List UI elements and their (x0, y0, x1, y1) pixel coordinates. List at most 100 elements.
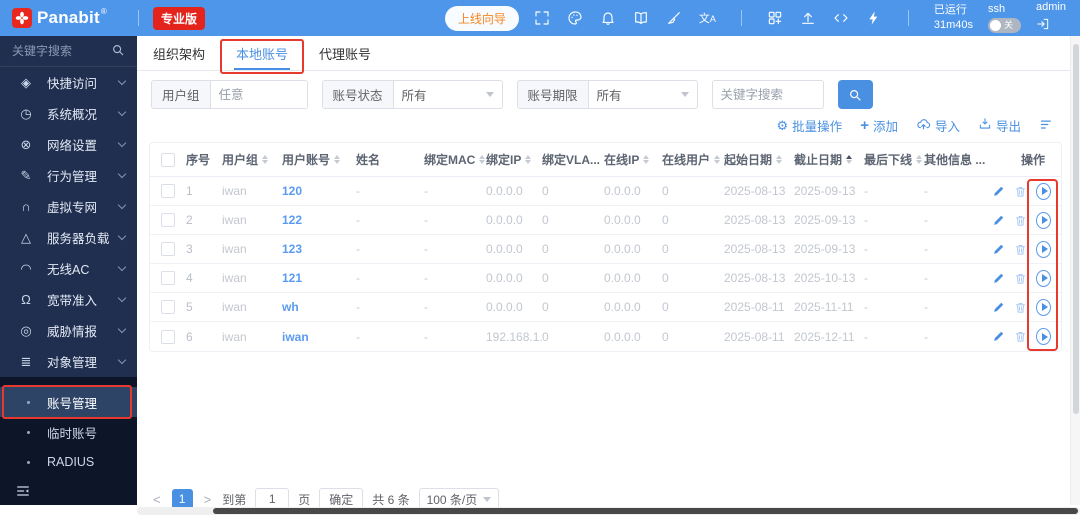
sort-icon[interactable] (479, 155, 486, 164)
delete-button[interactable] (1014, 243, 1027, 256)
row-checkbox[interactable] (161, 213, 175, 227)
sidebar-item-network-settings[interactable]: ⊗ 网络设置 (0, 129, 137, 160)
col-header-group[interactable]: 用户组 (222, 151, 282, 168)
delete-button[interactable] (1014, 301, 1027, 314)
sort-icon[interactable] (334, 155, 341, 164)
sort-icon[interactable] (525, 155, 532, 164)
row-checkbox[interactable] (161, 184, 175, 198)
col-header-start-date[interactable]: 起始日期 (724, 151, 794, 168)
export-button[interactable]: 导出 (978, 116, 1021, 135)
play-button[interactable] (1036, 269, 1051, 287)
account-link[interactable]: 123 (282, 242, 356, 256)
delete-button[interactable] (1014, 214, 1027, 227)
prev-page-button[interactable]: < (151, 492, 163, 507)
search-icon[interactable] (111, 43, 125, 60)
sidebar-subitem-temp-account[interactable]: 临时账号 (0, 417, 137, 447)
code-icon[interactable] (833, 10, 850, 27)
sidebar-item-object-mgmt[interactable]: ≣ 对象管理 (0, 346, 137, 377)
tab-proxy-account[interactable]: 代理账号 (317, 36, 373, 70)
translate-icon[interactable]: 文A (699, 10, 716, 27)
row-checkbox[interactable] (161, 300, 175, 314)
next-page-button[interactable]: > (202, 492, 214, 507)
edit-button[interactable] (992, 214, 1005, 227)
lightning-icon[interactable] (866, 10, 883, 27)
play-button[interactable] (1036, 182, 1051, 200)
row-checkbox[interactable] (161, 329, 175, 344)
account-link[interactable]: wh (282, 300, 356, 314)
sort-icon[interactable] (846, 155, 853, 164)
broom-icon[interactable] (666, 10, 683, 27)
batch-ops-button[interactable]: ⚙ 批量操作 (777, 116, 843, 135)
sort-icon[interactable] (262, 155, 269, 164)
keyword-input[interactable] (711, 80, 824, 109)
account-period-select[interactable]: 所有 (589, 81, 697, 108)
edit-button[interactable] (992, 185, 1005, 198)
edit-button[interactable] (992, 272, 1005, 285)
sort-icon[interactable] (776, 155, 783, 164)
tab-local-account[interactable]: 本地账号 (220, 36, 305, 74)
delete-button[interactable] (1014, 272, 1027, 285)
fullscreen-icon[interactable] (534, 10, 551, 27)
horizontal-scrollbar-thumb[interactable] (213, 508, 1078, 514)
ssh-toggle[interactable]: 关 (988, 18, 1022, 34)
apps-grid-icon[interactable] (767, 10, 784, 27)
delete-button[interactable] (1014, 330, 1027, 343)
col-header-vlan[interactable]: 绑定VLA... (542, 151, 604, 168)
col-header-account[interactable]: 用户账号 (282, 151, 356, 168)
sidebar-item-threat-intel[interactable]: ◎ 威胁情报 (0, 315, 137, 346)
sidebar-search-input[interactable] (12, 44, 111, 58)
col-header-last-offline[interactable]: 最后下线 (864, 151, 924, 168)
book-icon[interactable] (633, 10, 650, 27)
edit-button[interactable] (992, 330, 1005, 343)
account-link[interactable]: 122 (282, 213, 356, 227)
horizontal-scrollbar[interactable] (137, 507, 1080, 515)
col-header-end-date[interactable]: 截止日期 (794, 151, 864, 168)
sidebar-subitem-radius[interactable]: RADIUS (0, 447, 137, 477)
wizard-button[interactable]: 上线向导 (444, 5, 519, 31)
sort-icon[interactable] (643, 155, 650, 164)
sidebar-item-system-overview[interactable]: ◷ 系统概况 (0, 98, 137, 129)
row-checkbox[interactable] (161, 242, 175, 256)
sidebar-item-quick-access[interactable]: ◈ 快捷访问 (0, 67, 137, 98)
row-checkbox[interactable] (161, 271, 175, 285)
cell-online_users: 0 (662, 329, 669, 344)
col-header-online-ip[interactable]: 在线IP (604, 151, 662, 168)
palette-icon[interactable] (567, 10, 584, 27)
col-header-mac[interactable]: 绑定MAC (424, 151, 486, 168)
user-group-input[interactable] (210, 81, 307, 108)
select-all-checkbox[interactable] (161, 152, 175, 167)
collapse-sidebar-button[interactable] (0, 477, 137, 505)
sidebar-item-server-load[interactable]: △ 服务器负载 (0, 222, 137, 253)
edit-button[interactable] (992, 243, 1005, 256)
upgrade-icon[interactable] (800, 10, 817, 27)
vertical-scrollbar-thumb[interactable] (1073, 44, 1079, 414)
sort-icon[interactable] (916, 155, 923, 164)
logout-icon[interactable] (1036, 17, 1066, 35)
tab-org-structure[interactable]: 组织架构 (151, 36, 207, 70)
account-status-select[interactable]: 所有 (394, 81, 502, 108)
sort-button[interactable] (1039, 117, 1054, 135)
play-button[interactable] (1036, 211, 1051, 229)
add-button[interactable]: + 添加 (860, 116, 898, 135)
edit-button[interactable] (992, 301, 1005, 314)
account-link[interactable]: 120 (282, 184, 356, 198)
play-button[interactable] (1036, 240, 1051, 258)
search-button[interactable] (837, 80, 873, 109)
delete-button[interactable] (1014, 185, 1027, 198)
account-link[interactable]: 121 (282, 271, 356, 285)
sidebar-item-wireless-ac[interactable]: ◠ 无线AC (0, 253, 137, 284)
sidebar-subitem-account-mgmt[interactable]: 账号管理 (0, 385, 137, 419)
vertical-scrollbar[interactable] (1070, 36, 1080, 505)
bell-icon[interactable] (600, 10, 617, 27)
col-header-bind-ip[interactable]: 绑定IP (486, 151, 542, 168)
cell-vlan: 0 (542, 184, 549, 198)
col-header-online-users[interactable]: 在线用户 (662, 151, 724, 168)
sort-icon[interactable] (714, 155, 721, 164)
sidebar-item-vpn[interactable]: ∩ 虚拟专网 (0, 191, 137, 222)
sidebar-item-behavior-mgmt[interactable]: ✎ 行为管理 (0, 160, 137, 191)
play-button[interactable] (1036, 328, 1051, 345)
sidebar-item-broadband-access[interactable]: Ω 宽带准入 (0, 284, 137, 315)
play-button[interactable] (1036, 298, 1051, 316)
account-link[interactable]: iwan (282, 330, 356, 344)
import-button[interactable]: 导入 (916, 116, 960, 135)
